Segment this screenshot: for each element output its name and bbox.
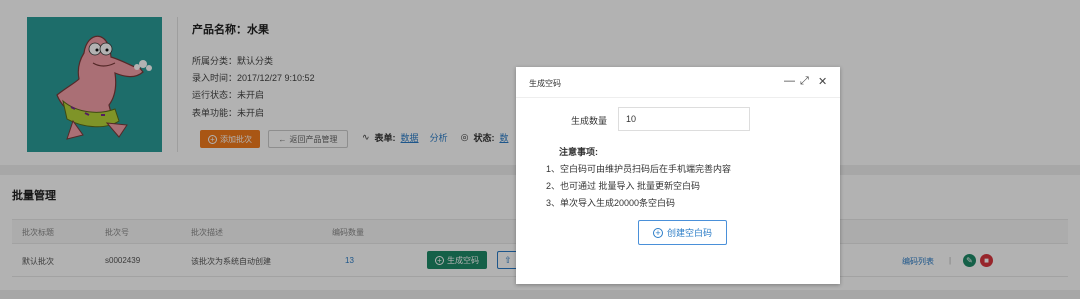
note-item: 3、单次导入生成20000条空白码 <box>546 198 676 208</box>
modal-title: 生成空码 <box>529 79 561 88</box>
generate-code-modal: 生成空码 — ⤢ ✕ 生成数量 注意事项: 1、空白码可由维护员扫码后在手机端完… <box>516 67 840 284</box>
close-icon[interactable]: ✕ <box>818 75 827 88</box>
maximize-icon[interactable]: ⤢ <box>800 75 809 88</box>
modal-divider <box>516 97 840 98</box>
minimize-icon[interactable]: — <box>784 75 795 87</box>
note-item: 1、空白码可由维护员扫码后在手机端完善内容 <box>546 164 732 174</box>
plus-circle-icon: + <box>652 227 663 238</box>
note-item: 2、也可通过 批量导入 批量更新空白码 <box>546 181 701 191</box>
quantity-input[interactable] <box>618 107 750 131</box>
quantity-label: 生成数量 <box>571 116 608 126</box>
create-empty-code-button[interactable]: + 创建空白码 <box>638 220 727 245</box>
create-label: 创建空白码 <box>666 228 712 238</box>
notes-title: 注意事项: <box>559 147 598 157</box>
